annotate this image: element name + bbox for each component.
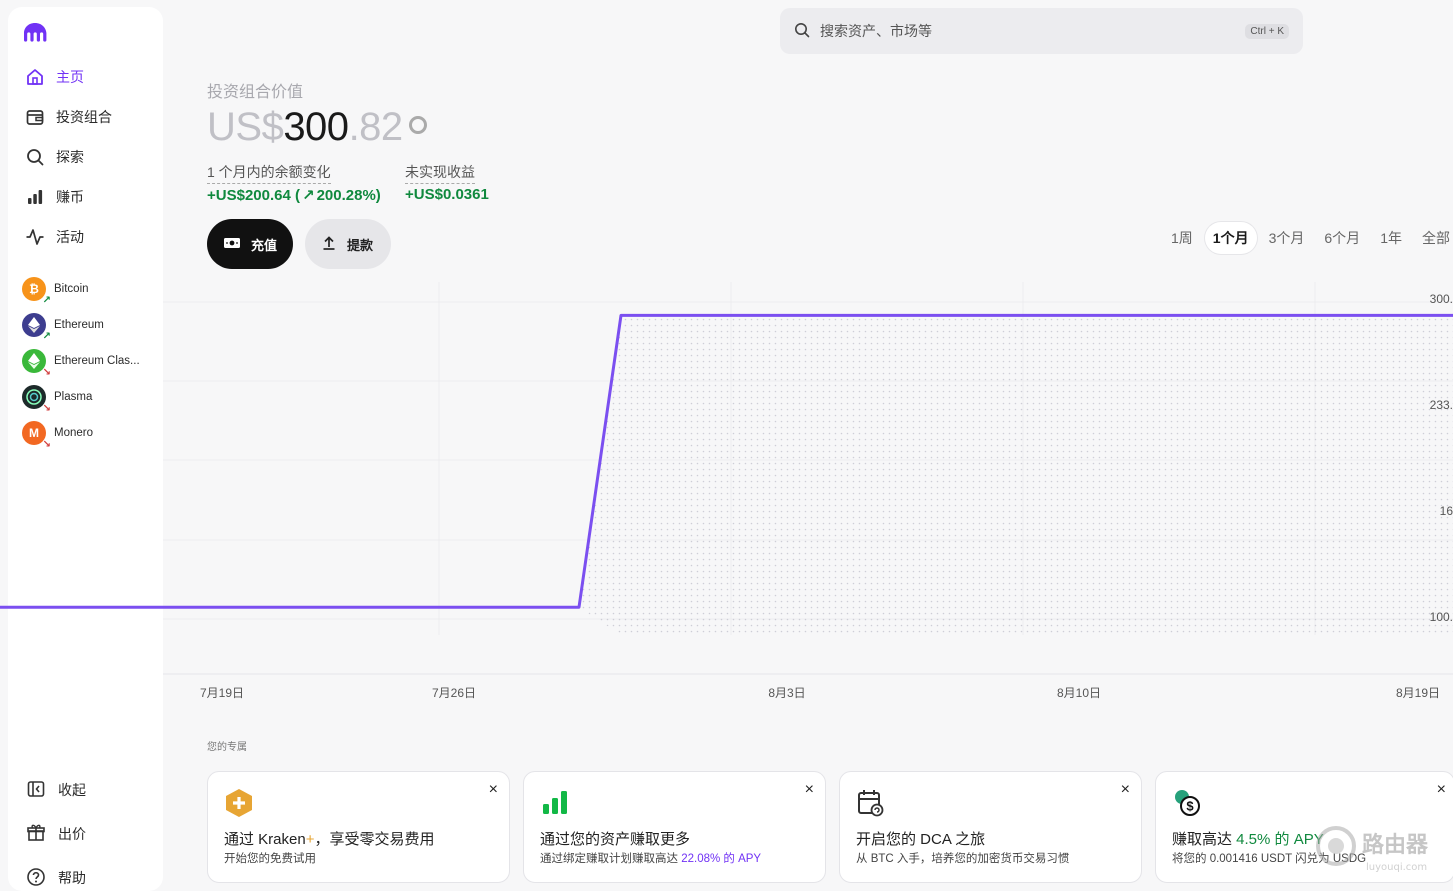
range-1y[interactable]: 1年 (1372, 222, 1410, 254)
search-shortcut: Ctrl + K (1245, 23, 1289, 39)
balance-change-label[interactable]: 1 个月内的余额变化 (207, 162, 331, 184)
withdraw-label: 提款 (347, 237, 374, 253)
change-amount: +US$200.64 ( (207, 187, 300, 204)
help-label: 帮助 (58, 870, 86, 886)
portfolio-value: US$300.82 (207, 104, 427, 150)
activity-icon (24, 226, 46, 248)
range-3m[interactable]: 3个月 (1261, 222, 1313, 254)
card-subtitle: 从 BTC 入手，培养您的加密货币交易习惯 (856, 853, 1070, 865)
collapse-icon (26, 779, 46, 802)
close-icon[interactable]: × (1437, 781, 1446, 799)
unrealized-label[interactable]: 未实现收益 (405, 162, 475, 184)
upload-icon (321, 235, 337, 254)
y-tick-label: 100. (1430, 610, 1453, 624)
nav-earn[interactable]: 赚币 (18, 180, 158, 214)
x-tick-label: 8月19日 (1396, 686, 1440, 700)
nav-label: 主页 (56, 69, 84, 85)
collapse-button[interactable]: 收起 (26, 775, 156, 805)
x-axis-ticks: 7月19日 7月26日 8月3日 8月10日 8月19日 (200, 686, 1440, 700)
svg-text:luyouqi.com: luyouqi.com (1366, 862, 1427, 873)
card-title: 开启您的 DCA 之旅 (856, 831, 986, 848)
portfolio-chart[interactable]: 300. 233. 16 100. 7月19日 7月26日 8月3日 8月10日 8月19日 (0, 280, 1453, 710)
search-icon (794, 22, 810, 41)
nav-activity[interactable]: 活动 (18, 220, 158, 254)
help-button[interactable]: 帮助 (26, 863, 156, 891)
cash-icon (223, 236, 241, 253)
kraken-plus-icon (226, 789, 252, 817)
unrealized-value: +US$0.0361 (405, 186, 489, 203)
range-1m[interactable]: 1个月 (1204, 222, 1257, 254)
close-icon[interactable]: × (489, 781, 498, 799)
svg-text:$: $ (1186, 799, 1194, 814)
card-title: 通过 Kraken+，享受零交易费用 (224, 831, 435, 848)
search-placeholder: 搜索资产、市场等 (820, 23, 932, 39)
nav-explore[interactable]: 探索 (18, 140, 158, 174)
range-all[interactable]: 全部 (1414, 222, 1453, 254)
close-icon[interactable]: × (1121, 781, 1130, 799)
y-tick-label: 233. (1430, 398, 1453, 412)
x-tick-label: 8月3日 (768, 686, 805, 700)
search-bar[interactable]: 搜索资产、市场等 Ctrl + K (780, 8, 1303, 54)
deposit-button[interactable]: 充值 (207, 219, 293, 269)
help-icon (26, 867, 46, 890)
wallet-icon (24, 106, 46, 128)
hide-balance-icon[interactable] (408, 116, 427, 135)
collapse-label: 收起 (58, 782, 86, 798)
offers-label: 出价 (58, 826, 86, 842)
offers-button[interactable]: 出价 (26, 819, 156, 849)
balance-change-value: +US$200.64 (↗ 200.28%) (207, 186, 381, 204)
home-icon (24, 66, 46, 88)
deposit-label: 充值 (251, 237, 278, 253)
card-subtitle: 开始您的免费试用 (224, 853, 316, 865)
bar-chart-icon (24, 186, 46, 208)
range-6m[interactable]: 6个月 (1316, 222, 1368, 254)
nav-label: 探索 (56, 149, 84, 165)
gift-icon (26, 823, 46, 846)
kraken-logo-icon[interactable] (22, 21, 48, 43)
search-icon (24, 146, 46, 168)
nav-home[interactable]: 主页 (18, 60, 158, 94)
bar-chart-icon (543, 791, 567, 814)
chart-area-fill (579, 315, 1453, 635)
card-title: 赚取高达 4.5% 的 APY (1172, 831, 1324, 848)
x-tick-label: 7月26日 (432, 686, 476, 700)
arrow-up-right-icon: ↗ (301, 187, 315, 204)
value-decimal: .82 (348, 105, 404, 149)
svg-text:路由器: 路由器 (1362, 832, 1429, 858)
watermark-logo: 路由器 luyouqi.com (1316, 826, 1429, 873)
y-tick-label: 16 (1440, 504, 1453, 518)
y-tick-label: 300. (1430, 292, 1453, 306)
withdraw-button[interactable]: 提款 (305, 219, 391, 269)
change-percent: 200.28%) (316, 187, 381, 204)
currency-prefix: US$ (207, 105, 284, 149)
nav-label: 赚币 (56, 189, 84, 205)
time-range-selector: 1周 1个月 3个月 6个月 1年 全部 (1163, 222, 1453, 254)
value-integer: 300 (283, 105, 349, 149)
usdt-swap-icon: $ (1175, 790, 1200, 816)
card-earn-more[interactable]: × 通过您的资产赚取更多 通过绑定赚取计划赚取高达 22.08% 的 APY (523, 771, 826, 883)
range-1w[interactable]: 1周 (1163, 222, 1201, 254)
section-title: 您的专属 (207, 742, 247, 753)
card-title: 通过您的资产赚取更多 (540, 831, 691, 848)
x-tick-label: 7月19日 (200, 686, 244, 700)
nav-portfolio[interactable]: 投资组合 (18, 100, 158, 134)
card-dca[interactable]: × 开启您的 DCA 之旅 从 BTC 入手，培养您的加密货币交易习惯 (839, 771, 1142, 883)
nav-label: 投资组合 (56, 109, 112, 125)
card-subtitle: 通过绑定赚取计划赚取高达 22.08% 的 APY (540, 853, 762, 865)
calendar-repeat-icon (858, 790, 884, 817)
x-tick-label: 8月10日 (1057, 686, 1101, 700)
card-kraken-plus[interactable]: × 通过 Kraken+，享受零交易费用 开始您的免费试用 (207, 771, 510, 883)
nav-label: 活动 (56, 229, 84, 245)
portfolio-label: 投资组合价值 (207, 84, 304, 101)
close-icon[interactable]: × (805, 781, 814, 799)
